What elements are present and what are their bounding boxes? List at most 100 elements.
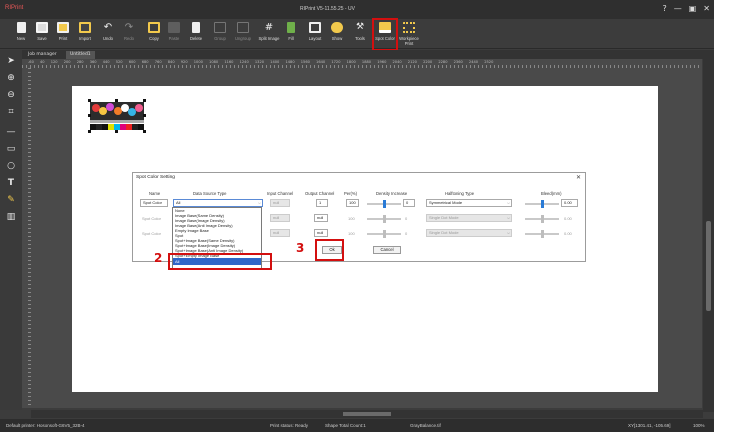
col-density: Density Increase <box>376 191 408 196</box>
text-icon[interactable]: T <box>5 177 17 189</box>
col-output-channel: Output Channel <box>305 191 335 196</box>
vertical-scrollbar[interactable] <box>703 59 714 412</box>
paste-button[interactable]: Paste <box>163 22 185 48</box>
window-controls: ? — ▣ ✕ <box>662 4 710 13</box>
row2-output[interactable]: null <box>314 214 328 222</box>
undo-icon: ↶ <box>103 22 113 33</box>
slider-knob <box>541 230 544 238</box>
selection-handle[interactable] <box>88 114 91 117</box>
split-image-button[interactable]: # Split Image <box>258 22 280 48</box>
selection-handle[interactable] <box>143 114 146 117</box>
slider-knob <box>383 215 386 223</box>
minimize-icon[interactable]: — <box>674 4 682 13</box>
undo-button[interactable]: ↶ Undo <box>97 22 119 48</box>
selection-handle[interactable] <box>115 99 118 102</box>
ellipse-icon[interactable]: ○ <box>5 160 17 172</box>
close-icon[interactable]: ✕ <box>703 4 710 13</box>
copy-button[interactable]: Copy <box>143 22 165 48</box>
row1-name[interactable]: Spot Color <box>140 199 168 207</box>
status-bar: Default printer: Hosonsoft-G6V5_32B-4 Pr… <box>0 419 714 432</box>
row2-density: 0 <box>405 216 408 221</box>
selection-handle[interactable] <box>143 99 146 102</box>
fill-button[interactable]: Fill <box>280 22 302 48</box>
cancel-button[interactable]: Cancel <box>373 246 401 254</box>
row1-density-slider[interactable] <box>367 200 401 208</box>
title-bar: RIPrint RIPrint V5-11.55.25 - UV ? — ▣ ✕ <box>0 0 714 19</box>
ungroup-icon <box>237 22 249 33</box>
redo-icon: ↷ <box>124 22 134 33</box>
placed-image[interactable] <box>88 99 146 133</box>
row3-per: 100 <box>348 231 355 236</box>
zoom-in-icon[interactable]: ⊕ <box>5 72 17 84</box>
app-brand: RIPrint <box>5 5 24 11</box>
maximize-icon[interactable]: ▣ <box>689 4 697 13</box>
slider-knob[interactable] <box>383 200 386 208</box>
window-title: RIPrint V5-11.55.25 - UV <box>300 6 355 12</box>
ungroup-button[interactable]: Ungroup <box>232 22 254 48</box>
row3-name: Spot Color <box>142 231 161 236</box>
new-button[interactable]: New <box>10 22 32 48</box>
print-icon <box>57 22 69 33</box>
import-button[interactable]: Import <box>74 22 96 48</box>
left-toolbox: ➤ ⊕ ⊖ ⌗ — ▭ ○ T ✎ ▥ <box>0 50 22 410</box>
save-button[interactable]: Save <box>31 22 53 48</box>
row2-per: 100 <box>348 216 355 221</box>
vertical-scroll-thumb[interactable] <box>706 221 711 311</box>
row1-data-source-value: All <box>176 200 181 205</box>
ruler-numbers: -60 40 120 200 280 360 440 520 600 680 7… <box>28 60 494 64</box>
show-button[interactable]: Show <box>326 22 348 48</box>
selection-handle[interactable] <box>88 99 91 102</box>
tab-untitled1[interactable]: Untitled1 <box>66 51 95 59</box>
col-input-channel: Input Channel <box>267 191 294 196</box>
horizontal-scroll-thumb[interactable] <box>343 412 391 416</box>
row3-bleed-slider <box>525 230 559 238</box>
tab-job-manager[interactable]: Job manager <box>24 51 61 59</box>
barcode-icon[interactable]: ▥ <box>5 211 17 223</box>
workpiece-print-button[interactable]: Workpiece Print <box>398 22 420 48</box>
crop-icon[interactable]: ⌗ <box>5 106 17 118</box>
row3-bleed: 0.00 <box>564 231 572 236</box>
row2-input: null <box>270 214 290 222</box>
redo-button[interactable]: ↷ Redo <box>118 22 140 48</box>
select-icon[interactable]: ➤ <box>5 55 17 67</box>
zoom-out-icon[interactable]: ⊖ <box>5 89 17 101</box>
selection-handle[interactable] <box>143 130 146 133</box>
row3-input: null <box>270 229 290 237</box>
chevron-down-icon: ⌵ <box>506 215 510 220</box>
row1-per[interactable]: 100 <box>346 199 359 207</box>
col-bleed: Bleed(mm) <box>541 191 562 196</box>
row1-bleed[interactable]: 0.00 <box>561 199 578 207</box>
document-tabs: Job manager Untitled1 <box>22 50 714 59</box>
status-coords: XY[1301.41, -105.69] <box>628 423 671 428</box>
dialog-close-icon[interactable]: ✕ <box>576 174 581 181</box>
save-icon <box>36 22 48 33</box>
group-button[interactable]: Group <box>209 22 231 48</box>
status-printer: Default printer: Hosonsoft-G6V5_32B-4 <box>6 423 85 428</box>
row1-data-source-select[interactable]: All ⌵ <box>173 199 263 207</box>
pen-icon[interactable]: ✎ <box>5 194 17 206</box>
selection-handle[interactable] <box>115 130 118 133</box>
row1-density[interactable]: 0 <box>403 199 415 207</box>
layout-button[interactable]: Layout <box>304 22 326 48</box>
help-icon[interactable]: ? <box>662 4 666 13</box>
rectangle-icon[interactable]: ▭ <box>5 143 17 155</box>
status-file: GrayBalance.tif <box>410 423 441 428</box>
horizontal-scrollbar[interactable] <box>31 410 703 418</box>
delete-icon <box>192 22 200 33</box>
delete-button[interactable]: Delete <box>185 22 207 48</box>
step3-label: 3 <box>296 241 305 255</box>
col-halftoning: Halftoning Type <box>445 191 475 196</box>
row1-input[interactable]: null <box>270 199 290 207</box>
row1-output[interactable]: 1 <box>316 199 328 207</box>
selection-handle[interactable] <box>88 130 91 133</box>
row1-halftoning-select[interactable]: Symmetrical Mode ⌵ <box>426 199 512 207</box>
row3-output[interactable]: null <box>314 229 328 237</box>
print-button[interactable]: Print <box>52 22 74 48</box>
line-icon[interactable]: — <box>5 126 17 138</box>
tools-button[interactable]: ⚒ Tools <box>349 22 371 48</box>
slider-knob[interactable] <box>541 200 544 208</box>
row3-halftoning-value: Single Dot Mode <box>429 230 459 235</box>
step2-highlight <box>168 253 272 270</box>
row1-bleed-slider[interactable] <box>525 200 559 208</box>
row2-density-slider <box>367 215 401 223</box>
